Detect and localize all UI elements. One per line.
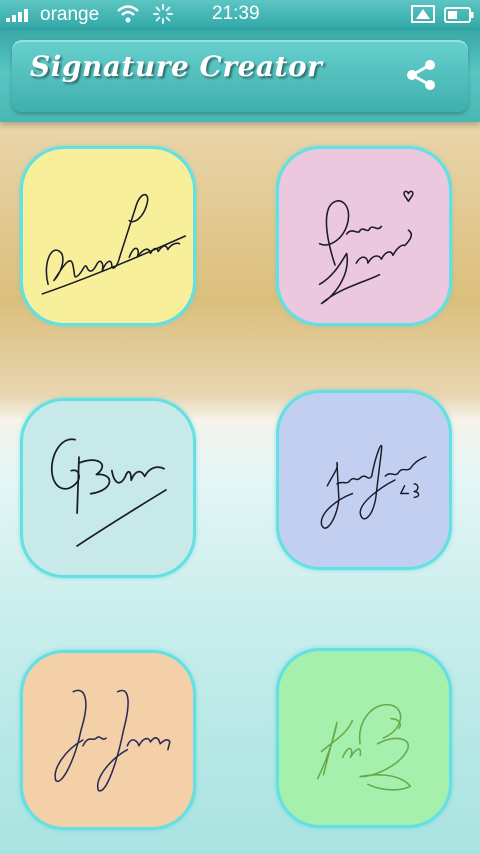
signature-tile-5[interactable]	[20, 650, 196, 830]
signature-3-icon	[50, 438, 167, 547]
signature-tile-4[interactable]	[276, 390, 452, 570]
activity-spinner-icon	[153, 4, 173, 24]
wifi-icon	[117, 5, 139, 23]
page-title: Signature Creator	[30, 50, 323, 83]
signature-tile-3[interactable]	[20, 398, 196, 578]
status-bar: orange 21:39	[0, 0, 480, 30]
status-time: 21:39	[212, 3, 260, 24]
app-bar: Signature Creator	[0, 30, 480, 122]
signature-5-icon	[54, 689, 171, 792]
signature-1-icon	[41, 193, 187, 295]
share-icon[interactable]	[405, 58, 439, 92]
signature-6-icon	[316, 703, 412, 791]
signature-2-icon	[318, 190, 414, 305]
signature-tile-2[interactable]	[276, 146, 452, 326]
signal-icon	[6, 9, 28, 22]
carrier-label: orange	[40, 4, 100, 25]
battery-icon	[444, 7, 474, 23]
location-icon	[411, 5, 435, 23]
signature-4-icon	[320, 444, 427, 529]
signature-tile-1[interactable]	[20, 146, 196, 326]
signature-tile-6[interactable]	[276, 648, 452, 828]
